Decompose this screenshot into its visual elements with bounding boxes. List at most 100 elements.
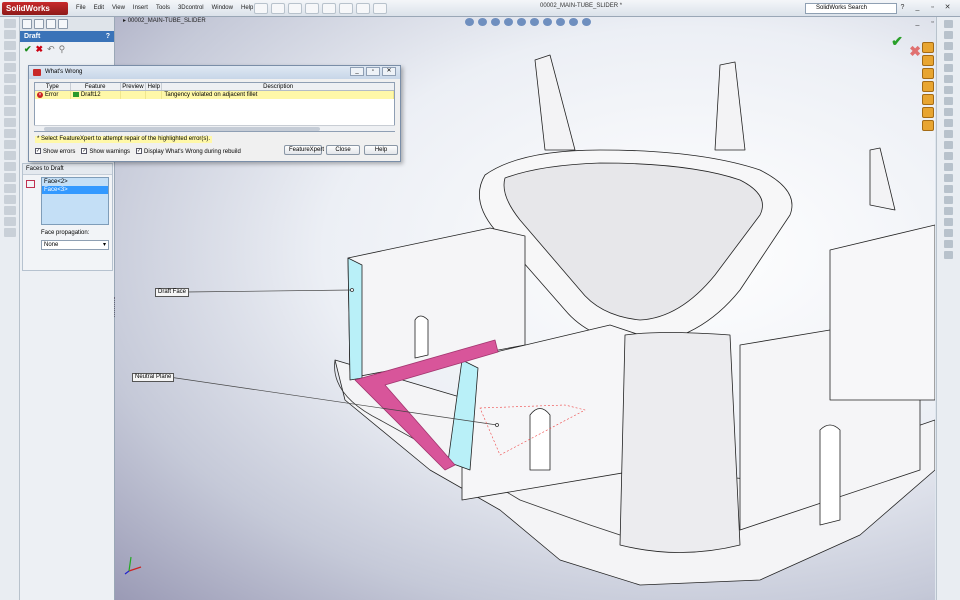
face-propagation-select[interactable]: None ▾ xyxy=(41,240,109,250)
close-button[interactable]: ✕ xyxy=(941,2,954,13)
previous-view-icon[interactable] xyxy=(491,18,500,26)
help-dropdown-icon[interactable]: ? xyxy=(896,2,909,13)
column-feature[interactable]: Feature xyxy=(71,83,121,90)
sketch-offset-icon[interactable] xyxy=(944,130,953,138)
search-results-icon[interactable] xyxy=(922,81,934,92)
sketch-pattern-icon[interactable] xyxy=(944,174,953,182)
arc-tool-icon[interactable] xyxy=(3,63,16,72)
dialog-minimize-button[interactable]: _ xyxy=(350,67,364,76)
sketch-repair-icon[interactable] xyxy=(944,251,953,259)
sketch-rotate-icon[interactable] xyxy=(944,196,953,204)
measure-tool-icon[interactable] xyxy=(3,228,16,237)
dimxpert-tab[interactable] xyxy=(58,19,68,29)
sketch-ellipse-icon[interactable] xyxy=(944,86,953,94)
sketch-text-icon[interactable] xyxy=(944,119,953,127)
sketch-line-icon[interactable] xyxy=(944,20,953,28)
hide-show-icon[interactable] xyxy=(543,18,552,26)
line-tool-icon[interactable] xyxy=(3,30,16,39)
featurexpert-button[interactable]: FeatureXpert xyxy=(284,145,324,155)
new-icon[interactable] xyxy=(254,3,268,14)
list-item[interactable]: Face<2> xyxy=(42,178,108,186)
horizontal-scrollbar[interactable] xyxy=(34,125,395,131)
help-button[interactable]: Help xyxy=(364,145,398,155)
help-cell[interactable] xyxy=(146,91,163,99)
shell-tool-icon[interactable] xyxy=(3,151,16,160)
feature-manager-tab[interactable] xyxy=(22,19,32,29)
edit-appearance-icon[interactable] xyxy=(556,18,565,26)
minimize-button[interactable]: _ xyxy=(911,2,924,13)
sketch-point-icon[interactable] xyxy=(944,108,953,116)
sketch-circle-icon[interactable] xyxy=(944,42,953,50)
draft-face-callout[interactable]: Draft Face xyxy=(155,288,190,297)
rib-tool-icon[interactable] xyxy=(3,162,16,171)
custom-properties-icon[interactable] xyxy=(922,120,934,131)
design-library-icon[interactable] xyxy=(922,55,934,66)
feature-tree-root[interactable]: ▸ 00002_MAIN-TUBE_SLIDER xyxy=(123,17,206,24)
rectangle-tool-icon[interactable] xyxy=(3,41,16,50)
detailed-preview-icon[interactable]: ↶ xyxy=(47,44,55,54)
search-input[interactable]: SolidWorks Search xyxy=(805,3,897,14)
spline-tool-icon[interactable] xyxy=(3,74,16,83)
view-settings-icon[interactable] xyxy=(582,18,591,26)
checkbox-checked-icon[interactable]: ✓ xyxy=(136,148,143,155)
menu-file[interactable]: File xyxy=(72,2,90,15)
close-button[interactable]: Close xyxy=(326,145,360,155)
dialog-close-button[interactable]: ✕ xyxy=(382,67,396,76)
sketch-relations-icon[interactable] xyxy=(944,229,953,237)
view-orientation-icon[interactable] xyxy=(517,18,526,26)
show-warnings-checkbox[interactable]: ✓ Show warnings xyxy=(81,148,130,156)
menu-3dcontrol[interactable]: 3Dcontrol xyxy=(174,2,208,15)
preview-cell[interactable] xyxy=(121,91,147,99)
sketch-trim-icon[interactable] xyxy=(944,141,953,149)
view-palette-icon[interactable] xyxy=(922,94,934,105)
column-preview[interactable]: Preview xyxy=(121,83,147,90)
sketch-spline-icon[interactable] xyxy=(944,75,953,83)
help-icon[interactable]: ? xyxy=(106,31,110,42)
sketch-scale-icon[interactable] xyxy=(944,207,953,215)
hole-tool-icon[interactable] xyxy=(3,195,16,204)
sketch-dimension-icon[interactable] xyxy=(944,240,953,248)
rebuild-icon[interactable] xyxy=(356,3,370,14)
open-icon[interactable] xyxy=(271,3,285,14)
mirror-tool-icon[interactable] xyxy=(3,184,16,193)
configuration-manager-tab[interactable] xyxy=(46,19,56,29)
ok-check-icon[interactable]: ✔ xyxy=(891,33,903,50)
extrude-tool-icon[interactable] xyxy=(3,85,16,94)
fillet-tool-icon[interactable] xyxy=(3,118,16,127)
sketch-copy-icon[interactable] xyxy=(944,218,953,226)
display-style-icon[interactable] xyxy=(530,18,539,26)
cancel-x-icon[interactable]: ✖ xyxy=(909,43,921,60)
solidworks-resources-icon[interactable] xyxy=(922,42,934,53)
revolve-tool-icon[interactable] xyxy=(3,96,16,105)
faces-list[interactable]: Face<2> Face<3> xyxy=(41,177,109,225)
column-type[interactable]: Type xyxy=(35,83,71,90)
menu-window[interactable]: Window xyxy=(208,2,237,15)
axis-tool-icon[interactable] xyxy=(3,217,16,226)
cut-tool-icon[interactable] xyxy=(3,107,16,116)
table-row[interactable]: × Error Draft12 Tangency violated on adj… xyxy=(35,91,394,99)
column-description[interactable]: Description xyxy=(162,83,394,90)
display-during-rebuild-checkbox[interactable]: ✓ Display What's Wrong during rebuild xyxy=(136,148,241,156)
sketch-tool-icon[interactable] xyxy=(3,19,16,28)
column-help[interactable]: Help xyxy=(146,83,163,90)
sketch-mirror-icon[interactable] xyxy=(944,163,953,171)
property-manager-tab[interactable] xyxy=(34,19,44,29)
circle-tool-icon[interactable] xyxy=(3,52,16,61)
list-item-selected[interactable]: Face<3> xyxy=(42,186,108,194)
options-icon[interactable] xyxy=(373,3,387,14)
chamfer-tool-icon[interactable] xyxy=(3,129,16,138)
undo-icon[interactable] xyxy=(322,3,336,14)
section-view-icon[interactable] xyxy=(504,18,513,26)
solidworks-logo-icon[interactable]: SolidWorks xyxy=(2,2,68,15)
dialog-restore-button[interactable]: ▫ xyxy=(366,67,380,76)
sketch-polygon-icon[interactable] xyxy=(944,64,953,72)
plane-tool-icon[interactable] xyxy=(3,206,16,215)
file-explorer-icon[interactable] xyxy=(922,68,934,79)
menu-tools[interactable]: Tools xyxy=(152,2,174,15)
zoom-area-icon[interactable] xyxy=(478,18,487,26)
ok-button[interactable]: ✔ xyxy=(24,44,32,54)
apply-scene-icon[interactable] xyxy=(569,18,578,26)
pushpin-icon[interactable]: ⚲ xyxy=(59,44,66,54)
save-icon[interactable] xyxy=(288,3,302,14)
scrollbar-thumb[interactable] xyxy=(44,127,320,131)
